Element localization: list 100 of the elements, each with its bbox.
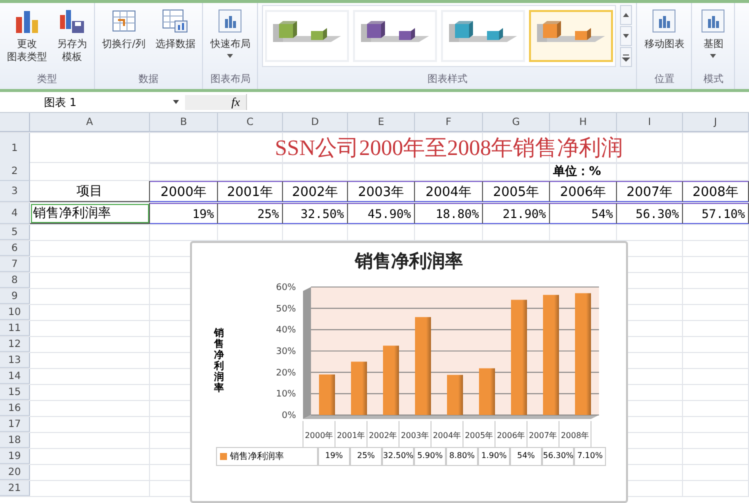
row-number[interactable]: 15 bbox=[0, 385, 30, 400]
column-header[interactable]: A bbox=[30, 113, 150, 132]
data-value: 5.90% bbox=[414, 447, 446, 466]
rate-value: 57.10% bbox=[683, 203, 749, 224]
axis-tick-label: 0% bbox=[282, 411, 296, 421]
rate-value: 54% bbox=[550, 203, 617, 224]
year-heading: 2008年 bbox=[683, 181, 749, 202]
unit-label: 单位：% bbox=[550, 163, 617, 181]
rate-value: 56.30% bbox=[617, 203, 683, 224]
chart-area[interactable]: 销售净利润率 销售净利润率 0% 10% 20% 30% 40% 50% 60% 2000年 2001年 2002年 2003年 2004年 2005年 2006年 2007年 2008年 销售净利润率 19% 25% 32.50% 5.90% 8.80% 1.90% 54% 56.30% 7.10% bbox=[190, 241, 628, 503]
ribbon-button[interactable]: 移动图表 bbox=[641, 5, 688, 53]
row-number[interactable]: 1 bbox=[0, 133, 30, 164]
bar bbox=[351, 362, 367, 415]
ribbon-button[interactable]: 快速布局 bbox=[207, 5, 254, 60]
bar bbox=[479, 368, 495, 415]
chart-frame-icon bbox=[650, 7, 678, 35]
category-label: 2004年 bbox=[432, 431, 462, 440]
chart-frame-icon bbox=[216, 7, 244, 35]
rate-value: 32.50% bbox=[283, 203, 348, 224]
ribbon-button[interactable]: 另存为 模板 bbox=[54, 5, 90, 66]
row-number[interactable]: 19 bbox=[0, 449, 30, 464]
row-number[interactable]: 14 bbox=[0, 369, 30, 384]
data-value: 32.50% bbox=[382, 447, 414, 466]
row-number[interactable]: 11 bbox=[0, 321, 30, 336]
column-header[interactable]: D bbox=[283, 113, 348, 132]
row-number[interactable]: 21 bbox=[0, 481, 30, 496]
group-label: 图表样式 bbox=[427, 72, 468, 87]
row-number[interactable]: 10 bbox=[0, 305, 30, 320]
rate-value: 25% bbox=[218, 203, 283, 224]
row-number[interactable]: 9 bbox=[0, 289, 30, 304]
insert-function-button[interactable]: fx bbox=[185, 94, 246, 110]
column-header[interactable]: J bbox=[683, 113, 749, 132]
rate-value: 45.90% bbox=[348, 203, 415, 224]
axis-title: 销售净利润率 bbox=[214, 328, 224, 394]
column-header[interactable]: F bbox=[415, 113, 483, 132]
scroll-down-icon[interactable] bbox=[620, 26, 632, 46]
data-value: 54% bbox=[510, 447, 542, 466]
group-label: 数据 bbox=[138, 73, 159, 87]
row-number[interactable]: 4 bbox=[0, 203, 30, 224]
category-label: 2000年 bbox=[304, 431, 334, 440]
year-heading: 2007年 bbox=[617, 181, 683, 202]
year-heading: 2006年 bbox=[550, 181, 617, 202]
item-heading: 项目 bbox=[30, 181, 150, 202]
chart-title: 销售净利润率 bbox=[355, 250, 463, 273]
year-heading: 2002年 bbox=[283, 181, 348, 202]
axis-tick-label: 60% bbox=[276, 283, 296, 293]
row-number[interactable]: 3 bbox=[0, 181, 30, 202]
row-number[interactable]: 13 bbox=[0, 353, 30, 368]
row-number[interactable]: 2 bbox=[0, 163, 30, 181]
axis-tick-label: 20% bbox=[276, 368, 296, 378]
category-label: 2001年 bbox=[336, 431, 366, 440]
year-heading: 2003年 bbox=[348, 181, 415, 202]
data-value: 19% bbox=[318, 447, 350, 466]
ribbon-button[interactable]: 切换行/列 bbox=[99, 5, 148, 53]
row-number[interactable]: 20 bbox=[0, 465, 30, 480]
category-label: 2007年 bbox=[528, 431, 558, 440]
axis-tick-label: 40% bbox=[276, 326, 296, 336]
more-icon[interactable] bbox=[620, 47, 632, 67]
table-chart-icon bbox=[161, 7, 190, 35]
row-number[interactable]: 8 bbox=[0, 273, 30, 288]
ribbon-button[interactable]: 选择数据 bbox=[152, 5, 198, 53]
ribbon-button[interactable]: 基图 bbox=[696, 5, 730, 60]
data-value: 8.80% bbox=[446, 447, 478, 466]
chart-style-thumbnail[interactable] bbox=[529, 10, 614, 62]
row-number[interactable]: 17 bbox=[0, 417, 30, 432]
year-heading: 2004年 bbox=[415, 181, 483, 202]
row-number[interactable]: 6 bbox=[0, 241, 30, 256]
column-header[interactable]: E bbox=[348, 113, 415, 132]
data-value: 1.90% bbox=[478, 447, 510, 466]
group-label: 模式 bbox=[703, 72, 724, 87]
column-header[interactable]: B bbox=[150, 113, 218, 132]
year-heading: 2005年 bbox=[483, 181, 550, 202]
group-label: 图表布局 bbox=[210, 72, 250, 87]
column-header[interactable]: H bbox=[550, 113, 617, 132]
row-number[interactable]: 18 bbox=[0, 433, 30, 448]
bar bbox=[319, 374, 335, 415]
row-number[interactable]: 12 bbox=[0, 337, 30, 352]
scroll-up-icon[interactable] bbox=[620, 5, 632, 25]
data-value: 56.30% bbox=[542, 447, 574, 466]
data-value: 25% bbox=[350, 447, 382, 466]
row-number[interactable]: 5 bbox=[0, 225, 30, 240]
year-heading: 2000年 bbox=[150, 181, 218, 202]
year-heading: 2001年 bbox=[218, 181, 283, 202]
row-number[interactable]: 7 bbox=[0, 257, 30, 272]
category-label: 2002年 bbox=[368, 431, 398, 440]
row-number[interactable]: 16 bbox=[0, 401, 30, 416]
sheet-title: SSN公司2000年至2008年销售净利润 bbox=[150, 133, 749, 164]
row-label: 销售净利润率 bbox=[30, 203, 150, 224]
column-header[interactable]: C bbox=[218, 113, 283, 132]
chart-frame-icon bbox=[699, 7, 728, 35]
ribbon-button[interactable]: 更改 图表类型 bbox=[4, 5, 50, 66]
name-box[interactable]: 图表 1 bbox=[0, 94, 185, 110]
rate-value: 18.80% bbox=[415, 203, 483, 224]
rate-value: 19% bbox=[150, 203, 218, 224]
column-header[interactable]: I bbox=[617, 113, 683, 132]
column-header[interactable]: G bbox=[483, 113, 550, 132]
caret-icon bbox=[173, 100, 179, 104]
category-label: 2005年 bbox=[464, 431, 494, 440]
group-label: 类型 bbox=[37, 72, 57, 87]
data-value: 7.10% bbox=[574, 447, 606, 466]
